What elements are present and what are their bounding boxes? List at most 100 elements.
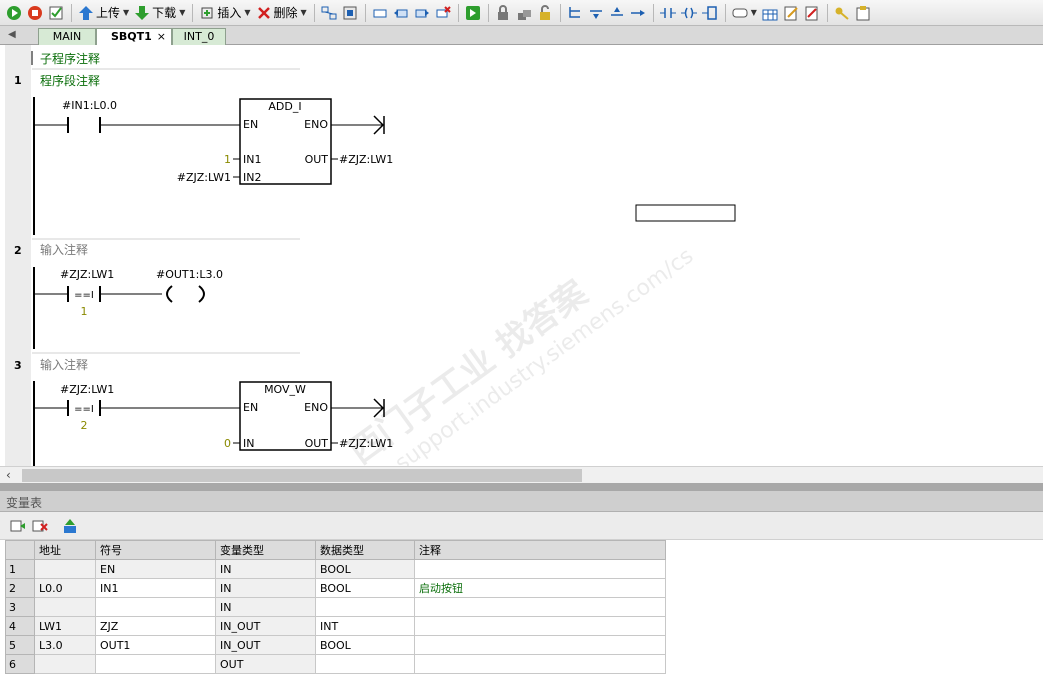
network-comment[interactable]: 输入注释: [40, 357, 88, 372]
data-type-cell[interactable]: BOOL: [315, 635, 415, 655]
run-button[interactable]: [4, 3, 24, 23]
line-down-button[interactable]: [586, 3, 606, 23]
compare-operand[interactable]: #ZJZ:LW1: [60, 268, 114, 281]
data-type-cell[interactable]: INT: [315, 616, 415, 636]
tab-sbqt1[interactable]: SBQT1 ×: [96, 28, 172, 45]
clear-bookmarks-button[interactable]: [433, 3, 453, 23]
coil-right[interactable]: [198, 285, 205, 303]
coil-button[interactable]: [679, 3, 699, 23]
comment-cell[interactable]: [414, 597, 666, 617]
table-row[interactable]: 5 L3.0 OUT1 IN_OUT BOOL: [5, 635, 666, 655]
pou-comment-button[interactable]: [802, 3, 822, 23]
compile-button[interactable]: [46, 3, 66, 23]
row-number[interactable]: 2: [5, 578, 35, 598]
bookmark-button[interactable]: [370, 3, 390, 23]
upload-button[interactable]: 上传 ▼: [76, 3, 131, 23]
out-operand[interactable]: #ZJZ:LW1: [339, 153, 393, 166]
table-row[interactable]: 1 EN IN BOOL: [5, 559, 666, 579]
symbol-info-button[interactable]: [760, 3, 780, 23]
comment-toggle-button[interactable]: ▼: [730, 3, 759, 23]
prev-bookmark-button[interactable]: [391, 3, 411, 23]
ladder-editor[interactable]: 子程序注释 1 程序段注释 #IN1:L0.0 ADD_I EN ENO IN1…: [0, 45, 1043, 483]
edit-cursor-box[interactable]: [635, 204, 736, 222]
column-header-data-type[interactable]: 数据类型: [315, 540, 415, 560]
delete-row-icon[interactable]: [32, 518, 48, 534]
address-cell: L0.0: [34, 578, 96, 598]
goto-button[interactable]: [463, 3, 483, 23]
symbol-cell[interactable]: [95, 597, 216, 617]
compare-value[interactable]: 2: [81, 419, 88, 432]
network-comment[interactable]: 输入注释: [40, 242, 88, 257]
row-number[interactable]: 6: [5, 654, 35, 674]
in2-operand[interactable]: #ZJZ:LW1: [177, 171, 231, 184]
insert-button[interactable]: 插入 ▼: [197, 3, 252, 23]
subroutine-comment[interactable]: 子程序注释: [40, 51, 100, 66]
symbol-cell[interactable]: [95, 654, 216, 674]
update-pou-icon[interactable]: [62, 518, 78, 534]
symbol-cell[interactable]: ZJZ: [95, 616, 216, 636]
compare-value[interactable]: 1: [81, 305, 88, 318]
column-header-comment[interactable]: 注释: [414, 540, 666, 560]
properties-button[interactable]: [853, 3, 873, 23]
line-right-button[interactable]: [628, 3, 648, 23]
chevron-down-icon[interactable]: ▼: [244, 8, 250, 17]
box-button[interactable]: [700, 3, 720, 23]
lock-button[interactable]: [493, 3, 513, 23]
edit-properties-button[interactable]: [781, 3, 801, 23]
row-number[interactable]: 1: [5, 559, 35, 579]
unlock-button[interactable]: [535, 3, 555, 23]
scrollbar-thumb[interactable]: [22, 469, 582, 482]
comment-cell[interactable]: 启动按钮: [414, 578, 666, 598]
compare-operand[interactable]: #ZJZ:LW1: [60, 383, 114, 396]
symbol-cell[interactable]: IN1: [95, 578, 216, 598]
line-up-button[interactable]: [607, 3, 627, 23]
data-type-cell[interactable]: BOOL: [315, 578, 415, 598]
tab-int-0[interactable]: INT_0: [172, 28, 226, 45]
data-type-cell[interactable]: [315, 597, 415, 617]
comment-cell[interactable]: [414, 616, 666, 636]
contact-button[interactable]: [658, 3, 678, 23]
tab-scroll-left-icon[interactable]: ◀: [8, 29, 16, 40]
chevron-down-icon[interactable]: ▼: [301, 8, 307, 17]
download-button[interactable]: 下载 ▼: [132, 3, 187, 23]
scroll-left-icon[interactable]: ‹: [6, 468, 11, 482]
contact-operand[interactable]: #IN1:L0.0: [62, 99, 117, 112]
table-row[interactable]: 4 LW1 ZJZ IN_OUT INT: [5, 616, 666, 636]
table-row[interactable]: 6 OUT: [5, 654, 666, 674]
chevron-down-icon[interactable]: ▼: [751, 8, 757, 17]
horizontal-scrollbar[interactable]: ‹: [0, 466, 1043, 483]
in1-operand[interactable]: 1: [224, 153, 231, 166]
insert-row-icon[interactable]: [10, 518, 26, 534]
data-type-cell[interactable]: [315, 654, 415, 674]
row-number[interactable]: 5: [5, 635, 35, 655]
row-number[interactable]: 3: [5, 597, 35, 617]
network-comment[interactable]: 程序段注释: [40, 73, 100, 88]
block-view-button[interactable]: [340, 3, 360, 23]
chevron-down-icon[interactable]: ▼: [123, 8, 129, 17]
column-header-var-type[interactable]: 变量类型: [215, 540, 316, 560]
lock-all-button[interactable]: [514, 3, 534, 23]
row-number[interactable]: 4: [5, 616, 35, 636]
symbol-cell[interactable]: OUT1: [95, 635, 216, 655]
stop-button[interactable]: [25, 3, 45, 23]
branch-button[interactable]: [565, 3, 585, 23]
in-operand[interactable]: 0: [224, 437, 231, 450]
coil-left[interactable]: [166, 285, 173, 303]
network-view-button[interactable]: [319, 3, 339, 23]
tab-main[interactable]: MAIN: [38, 28, 96, 45]
next-bookmark-button[interactable]: [412, 3, 432, 23]
close-icon[interactable]: ×: [157, 29, 166, 44]
comment-cell[interactable]: [414, 635, 666, 655]
table-row[interactable]: 3 IN: [5, 597, 666, 617]
column-header-symbol[interactable]: 符号: [95, 540, 216, 560]
panel-splitter[interactable]: [0, 483, 1043, 491]
comment-cell[interactable]: [414, 654, 666, 674]
coil-operand[interactable]: #OUT1:L3.0: [156, 268, 223, 281]
column-header-address[interactable]: 地址: [34, 540, 96, 560]
comment-cell[interactable]: [414, 559, 666, 579]
address-cell: [34, 559, 96, 579]
chevron-down-icon[interactable]: ▼: [179, 8, 185, 17]
password-button[interactable]: [832, 3, 852, 23]
delete-button[interactable]: 删除 ▼: [254, 3, 309, 23]
table-row[interactable]: 2 L0.0 IN1 IN BOOL 启动按钮: [5, 578, 666, 598]
